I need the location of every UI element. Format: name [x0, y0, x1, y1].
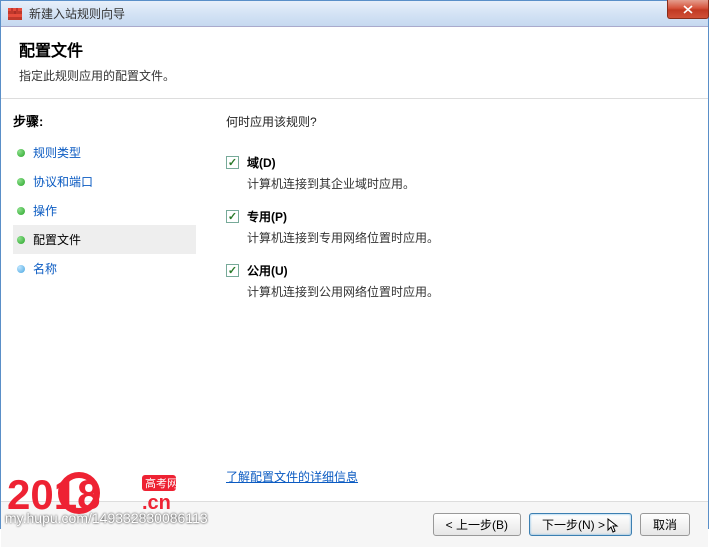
option-desc: 计算机连接到其企业域时应用。 [247, 175, 688, 192]
option-label: 公用(U) [247, 262, 288, 279]
wizard-window: 新建入站规则向导 配置文件 指定此规则应用的配置文件。 步骤: 规则类型 协议和… [0, 0, 709, 529]
option-domain: 域(D) 计算机连接到其企业域时应用。 [226, 154, 688, 192]
learn-more-link[interactable]: 了解配置文件的详细信息 [226, 468, 688, 485]
window-title: 新建入站规则向导 [29, 5, 702, 22]
bullet-icon [17, 265, 25, 273]
page-subtitle: 指定此规则应用的配置文件。 [19, 67, 690, 84]
content-pane: 何时应用该规则? 域(D) 计算机连接到其企业域时应用。 专用(P) 计算机连接… [196, 99, 708, 501]
titlebar[interactable]: 新建入站规则向导 [1, 1, 708, 27]
step-label: 协议和端口 [33, 173, 93, 190]
cancel-button[interactable]: 取消 [640, 513, 690, 536]
step-name[interactable]: 名称 [13, 254, 196, 283]
option-desc: 计算机连接到公用网络位置时应用。 [247, 283, 688, 300]
step-rule-type[interactable]: 规则类型 [13, 138, 196, 167]
option-label: 域(D) [247, 154, 276, 171]
steps-heading: 步骤: [13, 111, 196, 130]
next-button-label: 下一步(N) > [542, 516, 605, 533]
option-public: 公用(U) 计算机连接到公用网络位置时应用。 [226, 262, 688, 300]
wizard-header: 配置文件 指定此规则应用的配置文件。 [1, 27, 708, 99]
bullet-icon [17, 207, 25, 215]
next-button[interactable]: 下一步(N) > [529, 513, 632, 536]
checkbox-private[interactable] [226, 210, 239, 223]
option-label: 专用(P) [247, 208, 287, 225]
page-title: 配置文件 [19, 37, 690, 61]
option-private: 专用(P) 计算机连接到专用网络位置时应用。 [226, 208, 688, 246]
bullet-icon [17, 236, 25, 244]
checkbox-domain[interactable] [226, 156, 239, 169]
step-profile[interactable]: 配置文件 [13, 225, 196, 254]
close-icon [683, 5, 693, 14]
step-protocol-port[interactable]: 协议和端口 [13, 167, 196, 196]
close-button[interactable] [667, 0, 709, 19]
option-desc: 计算机连接到专用网络位置时应用。 [247, 229, 688, 246]
cursor-icon [607, 518, 619, 534]
wizard-body: 步骤: 规则类型 协议和端口 操作 配置文件 名称 何时应用该规则? 域(D) … [1, 99, 708, 501]
step-action[interactable]: 操作 [13, 196, 196, 225]
wizard-footer: < 上一步(B) 下一步(N) > 取消 [1, 501, 708, 547]
step-label: 规则类型 [33, 144, 81, 161]
checkbox-public[interactable] [226, 264, 239, 277]
back-button[interactable]: < 上一步(B) [433, 513, 521, 536]
bullet-icon [17, 149, 25, 157]
question-text: 何时应用该规则? [226, 113, 688, 130]
bullet-icon [17, 178, 25, 186]
steps-sidebar: 步骤: 规则类型 协议和端口 操作 配置文件 名称 [1, 99, 196, 501]
firewall-icon [7, 6, 23, 22]
step-label: 操作 [33, 202, 57, 219]
step-label: 名称 [33, 260, 57, 277]
step-label: 配置文件 [33, 231, 81, 248]
